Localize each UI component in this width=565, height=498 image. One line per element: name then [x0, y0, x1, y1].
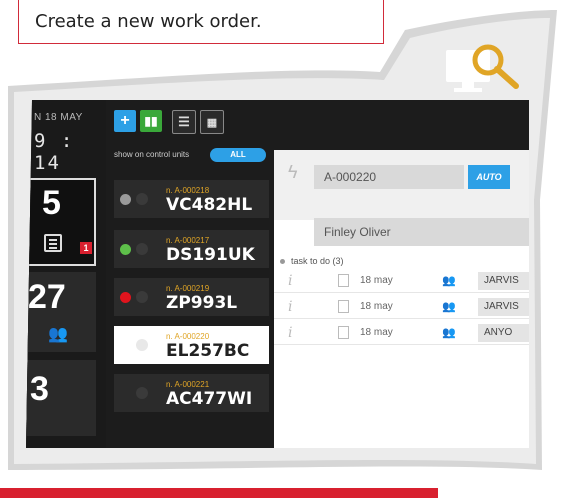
plate-number: VC482HL [166, 195, 253, 215]
app-screen: N 18 MAY 9 : 14 5 1 27 👥 3 + ▮▮ ☰ ▦ show… [26, 100, 529, 448]
filter-all-button[interactable]: ALL [210, 148, 266, 162]
calendar-icon [338, 274, 349, 287]
checklist-icon [44, 234, 62, 252]
list-icon[interactable]: ☰ [172, 110, 196, 134]
task-row[interactable]: i 18 may 👥 ANYO [274, 322, 529, 345]
task-row[interactable]: i 18 may 👥 JARVIS [274, 270, 529, 293]
time-label: 9 : 14 [34, 130, 75, 174]
list-item[interactable]: n. A-000221 AC477WI [114, 374, 269, 412]
order-number: n. A-000220 [166, 332, 210, 341]
day-cell[interactable]: 27 👥 [26, 272, 96, 352]
task-header: task to do (3) [280, 256, 344, 266]
plate-number: EL257BC [166, 341, 250, 361]
plate-number: ZP993L [166, 293, 238, 313]
bolt-icon: ϟ [288, 162, 298, 182]
detail-header: ϟ A-000220 AUTO [274, 150, 529, 220]
day-cell-selected[interactable]: 5 1 [26, 178, 96, 266]
plus-icon[interactable]: + [114, 110, 136, 132]
order-number: n. A-000219 [166, 284, 210, 293]
list-item[interactable]: n. A-000217 DS191UK [114, 230, 269, 268]
task-assignee[interactable]: ANYO [478, 324, 529, 342]
info-icon[interactable] [136, 339, 148, 351]
task-date: 18 may [360, 275, 393, 286]
order-number: n. A-000217 [166, 236, 210, 245]
task-assignee[interactable]: JARVIS [478, 298, 529, 316]
task-date: 18 may [360, 327, 393, 338]
people-icon: 👥 [442, 301, 456, 313]
info-icon[interactable] [136, 291, 148, 303]
list-item[interactable]: n. A-000219 ZP993L [114, 278, 269, 316]
status-dot [120, 292, 131, 303]
order-number: n. A-000221 [166, 380, 210, 389]
task-assignee[interactable]: JARVIS [478, 272, 529, 290]
day-number: 3 [30, 370, 49, 408]
bar-chart-icon[interactable]: ▮▮ [140, 110, 162, 132]
plate-number: DS191UK [166, 245, 255, 265]
info-icon[interactable]: i [288, 325, 292, 341]
info-icon[interactable]: i [288, 273, 292, 289]
info-icon[interactable] [136, 243, 148, 255]
calendar-icon[interactable]: ▦ [200, 110, 224, 134]
info-icon[interactable] [136, 387, 148, 399]
status-dot [120, 244, 131, 255]
order-detail-panel: ϟ A-000220 AUTO Finley Oliver task to do… [274, 150, 529, 448]
people-icon: 👥 [48, 326, 68, 343]
list-item[interactable]: n. A-000218 VC482HL [114, 180, 269, 218]
monitor-search-icon [446, 44, 519, 92]
list-item-selected[interactable]: n. A-000220 EL257BC [114, 326, 269, 364]
accent-bar [0, 488, 438, 498]
day-number: 27 [28, 278, 66, 316]
info-icon[interactable]: i [288, 299, 292, 315]
calendar-icon [338, 326, 349, 339]
order-number-field[interactable]: A-000220 [314, 165, 464, 189]
day-number: 5 [42, 184, 61, 222]
people-icon: 👥 [442, 327, 456, 339]
count-badge: 1 [80, 242, 92, 254]
filter-label: show on control units [114, 150, 190, 159]
customer-field[interactable]: Finley Oliver [314, 218, 529, 246]
plate-number: AC477WI [166, 389, 253, 409]
people-icon: 👥 [442, 275, 456, 287]
date-label: N 18 MAY [34, 112, 83, 123]
info-icon[interactable] [136, 193, 148, 205]
status-dot [120, 194, 131, 205]
day-cell[interactable]: 3 [26, 360, 96, 436]
task-date: 18 may [360, 301, 393, 312]
calendar-column: N 18 MAY 9 : 14 5 1 27 👥 3 [26, 100, 106, 448]
task-row[interactable]: i 18 may 👥 JARVIS [274, 296, 529, 319]
order-number: n. A-000218 [166, 186, 210, 195]
toolbar: + ▮▮ ☰ ▦ [114, 110, 224, 136]
auto-button[interactable]: AUTO [468, 165, 510, 189]
calendar-icon [338, 300, 349, 313]
